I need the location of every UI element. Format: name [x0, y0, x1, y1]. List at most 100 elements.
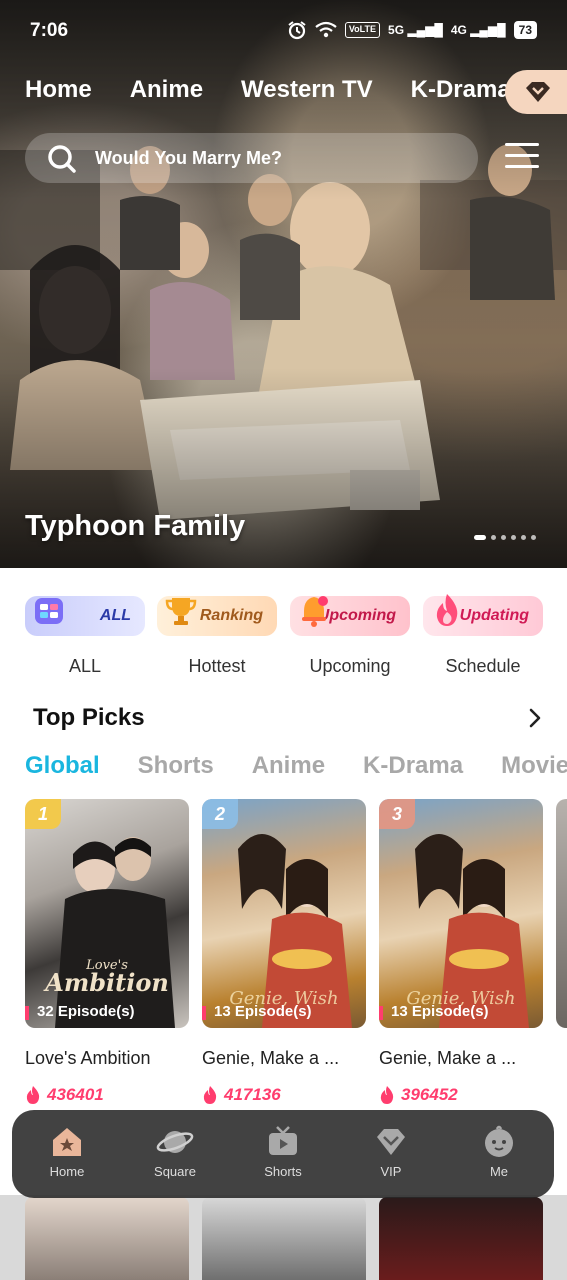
category-upcoming[interactable]: Upcoming Upcoming: [290, 596, 410, 677]
episode-count: 13 Episode(s): [202, 1003, 312, 1020]
poster-image: [556, 799, 567, 1028]
poster-image: Genie, Wish 3 13 Episode(s): [379, 799, 543, 1028]
tab-k-drama[interactable]: K-Drama: [363, 752, 463, 780]
carousel-dot: [501, 535, 506, 540]
poster-logo: Ambition: [43, 968, 169, 997]
nav-label: Me: [489, 1164, 509, 1179]
sim1-signal: 5G ▂▄▆█: [388, 23, 443, 37]
sim1-label: 5G: [388, 23, 405, 37]
planet-icon: [156, 1131, 194, 1153]
release-poster[interactable]: [202, 1197, 366, 1280]
hero-title: Typhoon Family: [25, 510, 246, 542]
nav-label: VIP: [380, 1164, 402, 1179]
nav-label: Shorts: [264, 1164, 302, 1179]
flame-icon: [203, 1086, 217, 1104]
battery-indicator: 73: [513, 21, 537, 39]
carousel-dot: [491, 535, 496, 540]
poster-image: Love's Ambition 1 32 Episode(s): [25, 799, 189, 1028]
drama-card[interactable]: Genie, Wish 3 13 Episode(s) Genie, Make …: [379, 799, 543, 1105]
diamond-icon: [526, 82, 550, 102]
tab-anime[interactable]: Anime: [130, 76, 203, 104]
release-poster[interactable]: [25, 1197, 189, 1280]
rank-badge: 1: [25, 799, 61, 829]
chip-text: ALL: [99, 607, 131, 624]
carousel-dot: [511, 535, 516, 540]
carousel-dot: [531, 535, 536, 540]
category-label: Schedule: [445, 656, 521, 676]
nav-label: Home: [49, 1164, 85, 1179]
top-tabs: Home Anime Western TV K-Drama: [25, 76, 511, 110]
category-row: ALL ALL Ranking Hottest Upcoming Upcomin…: [25, 594, 545, 686]
poster-art: Love's Ambition: [43, 837, 175, 1028]
carousel-dot: [521, 535, 526, 540]
flame-icon: [26, 1086, 40, 1104]
release-poster[interactable]: [379, 1197, 543, 1280]
rank-badge: 2: [202, 799, 238, 829]
poster-image: Genie, Wish 2 13 Episode(s): [202, 799, 366, 1028]
home-icon: [53, 1128, 81, 1156]
category-label: Upcoming: [309, 656, 391, 676]
diamond-icon: [377, 1129, 405, 1155]
sim2-signal: 4G ▂▄▆█: [450, 23, 506, 37]
category-hottest[interactable]: Ranking Hottest: [157, 596, 277, 677]
tab-k-drama[interactable]: K-Drama: [411, 76, 511, 104]
category-all[interactable]: ALL ALL: [25, 596, 145, 677]
category-label: Hottest: [188, 656, 246, 676]
drama-card[interactable]: Love's Ambition 1 32 Episode(s) Love's A…: [25, 799, 189, 1105]
tab-movie[interactable]: Movie: [501, 752, 567, 780]
tab-shorts[interactable]: Shorts: [138, 752, 214, 780]
chip-text: Ranking: [199, 607, 263, 624]
nav-shorts[interactable]: Shorts: [238, 1124, 328, 1179]
chevron-right-icon[interactable]: [528, 706, 542, 730]
vip-diamond-button[interactable]: [505, 70, 567, 114]
carousel-dots: [474, 535, 536, 540]
category-chip: Ranking: [157, 596, 277, 636]
heat-score: 417136: [202, 1085, 366, 1105]
tab-global[interactable]: Global: [25, 752, 100, 780]
tab-home[interactable]: Home: [25, 76, 92, 110]
status-time: 7:06: [30, 20, 69, 41]
heat-value: 436401: [47, 1085, 104, 1104]
status-bar: 7:06 VoLTE 5G ▂▄▆█ 4G ▂▄▆█ 73: [0, 0, 567, 64]
profile-face-icon: [485, 1125, 513, 1157]
nav-me[interactable]: Me: [454, 1124, 544, 1179]
bottom-nav: Home Square Shorts VIP Me: [12, 1110, 554, 1198]
nav-vip[interactable]: VIP: [346, 1124, 436, 1179]
nav-home[interactable]: Home: [22, 1124, 112, 1179]
heat-value: 417136: [224, 1085, 281, 1104]
section-title: Top Picks: [25, 704, 542, 732]
drama-card[interactable]: Genie, Wish 2 13 Episode(s) Genie, Make …: [202, 799, 366, 1105]
flame-icon: [380, 1086, 394, 1104]
menu-icon[interactable]: [505, 143, 539, 171]
search-bar[interactable]: Would You Marry Me?: [25, 133, 478, 183]
nav-square[interactable]: Square: [130, 1124, 220, 1179]
sim2-label: 4G: [450, 23, 467, 37]
drama-card-partial[interactable]: [556, 799, 567, 1028]
tab-western-tv[interactable]: Western TV: [241, 76, 373, 104]
volte-badge: VoLTE: [344, 22, 381, 38]
flame-icon: [436, 594, 458, 626]
hero-banner[interactable]: 7:06 VoLTE 5G ▂▄▆█ 4G ▂▄▆█ 73 Home Anime…: [0, 0, 567, 568]
poster-art: Genie, Wish: [406, 834, 529, 1028]
heat-score: 396452: [379, 1085, 543, 1105]
category-chip: ALL: [25, 596, 145, 636]
category-schedule[interactable]: Updating Schedule: [423, 594, 543, 677]
trophy-icon: [165, 598, 197, 625]
drama-title: Love's Ambition: [25, 1048, 151, 1068]
tab-anime[interactable]: Anime: [252, 752, 325, 780]
wifi-icon: [315, 21, 337, 38]
top-picks-header[interactable]: Top Picks: [25, 704, 542, 736]
grid-icon: [35, 598, 63, 624]
drama-title: Genie, Make a ...: [379, 1048, 517, 1068]
search-icon: [48, 145, 76, 173]
bell-icon: [302, 596, 328, 627]
carousel-dot: [474, 535, 486, 540]
nav-label: Square: [154, 1164, 196, 1179]
category-label: ALL: [68, 656, 102, 676]
status-icons: VoLTE 5G ▂▄▆█ 4G ▂▄▆█ 73: [287, 20, 537, 40]
top-picks-tabs: Global Shorts Anime K-Drama Movie: [25, 752, 567, 780]
episode-count: 32 Episode(s): [25, 1003, 135, 1020]
tv-icon: [269, 1126, 297, 1155]
alarm-icon: [288, 21, 306, 40]
heat-value: 396452: [401, 1085, 458, 1104]
